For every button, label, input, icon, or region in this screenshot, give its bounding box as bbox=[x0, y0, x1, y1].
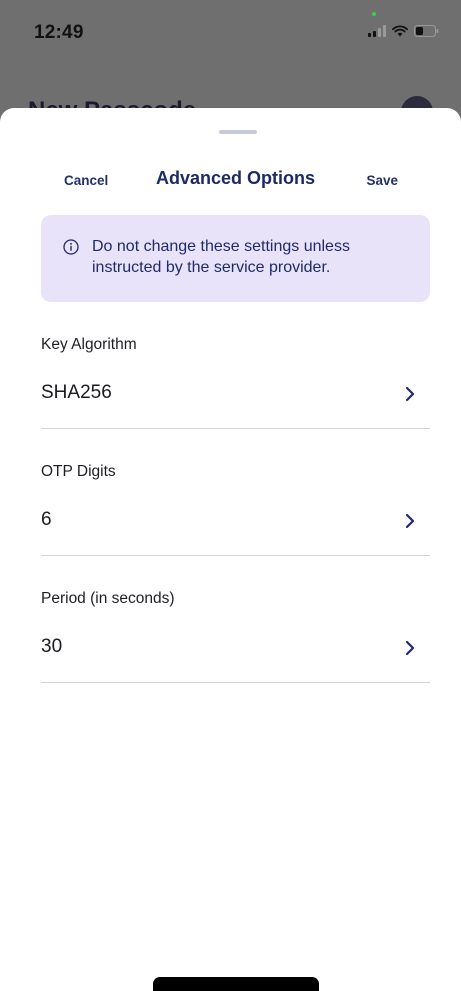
chevron-right-icon bbox=[404, 386, 416, 402]
info-icon bbox=[63, 239, 79, 255]
period-selector[interactable]: 30 bbox=[41, 630, 430, 670]
screen: 12:49 Cancel Advanced Options Save Do no… bbox=[0, 0, 461, 991]
divider bbox=[41, 682, 430, 683]
chevron-right-icon bbox=[404, 513, 416, 529]
otp-digits-selector[interactable]: 6 bbox=[41, 503, 430, 543]
field-label: Period (in seconds) bbox=[41, 590, 175, 607]
privacy-indicator-dot bbox=[372, 12, 376, 16]
sheet-grabber[interactable] bbox=[219, 130, 257, 134]
field-label: Key Algorithm bbox=[41, 336, 137, 353]
warning-notice: Do not change these settings unless inst… bbox=[41, 215, 430, 302]
divider bbox=[41, 555, 430, 556]
field-value: SHA256 bbox=[41, 382, 112, 403]
advanced-options-sheet: Cancel Advanced Options Save Do not chan… bbox=[0, 108, 461, 991]
battery-icon bbox=[414, 25, 439, 37]
home-indicator[interactable] bbox=[153, 977, 319, 991]
status-bar: 12:49 bbox=[0, 0, 461, 62]
chevron-right-icon bbox=[404, 640, 416, 656]
key-algorithm-selector[interactable]: SHA256 bbox=[41, 376, 430, 416]
notice-text: Do not change these settings unless inst… bbox=[92, 238, 350, 276]
cellular-signal-icon bbox=[368, 25, 386, 37]
field-value: 30 bbox=[41, 636, 63, 657]
status-time: 12:49 bbox=[34, 22, 84, 43]
status-icons bbox=[368, 25, 439, 37]
wifi-icon bbox=[392, 25, 408, 37]
save-button[interactable]: Save bbox=[366, 173, 398, 188]
field-value: 6 bbox=[41, 509, 52, 530]
divider bbox=[41, 428, 430, 429]
field-label: OTP Digits bbox=[41, 463, 116, 480]
